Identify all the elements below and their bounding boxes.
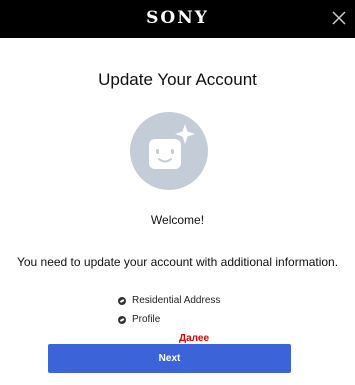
smiley-sparkle-avatar-icon bbox=[130, 112, 208, 190]
required-items-list: Residential Address Profile bbox=[118, 291, 220, 329]
check-bullet-icon bbox=[118, 296, 126, 305]
brand-logo: SONY bbox=[146, 8, 209, 28]
page-title: Update Your Account bbox=[98, 70, 257, 89]
header-bar: SONY bbox=[0, 0, 355, 38]
list-item-label: Profile bbox=[132, 314, 161, 325]
check-bullet-icon bbox=[118, 315, 126, 324]
welcome-text: Welcome! bbox=[150, 213, 205, 227]
list-item: Profile bbox=[118, 310, 220, 329]
close-icon[interactable] bbox=[327, 6, 351, 30]
next-button[interactable]: Next bbox=[48, 344, 291, 373]
list-item-label: Residential Address bbox=[132, 295, 221, 306]
info-message: You need to update your account with add… bbox=[16, 255, 339, 269]
annotation-label: Далее bbox=[179, 333, 210, 344]
list-item: Residential Address bbox=[118, 291, 220, 310]
